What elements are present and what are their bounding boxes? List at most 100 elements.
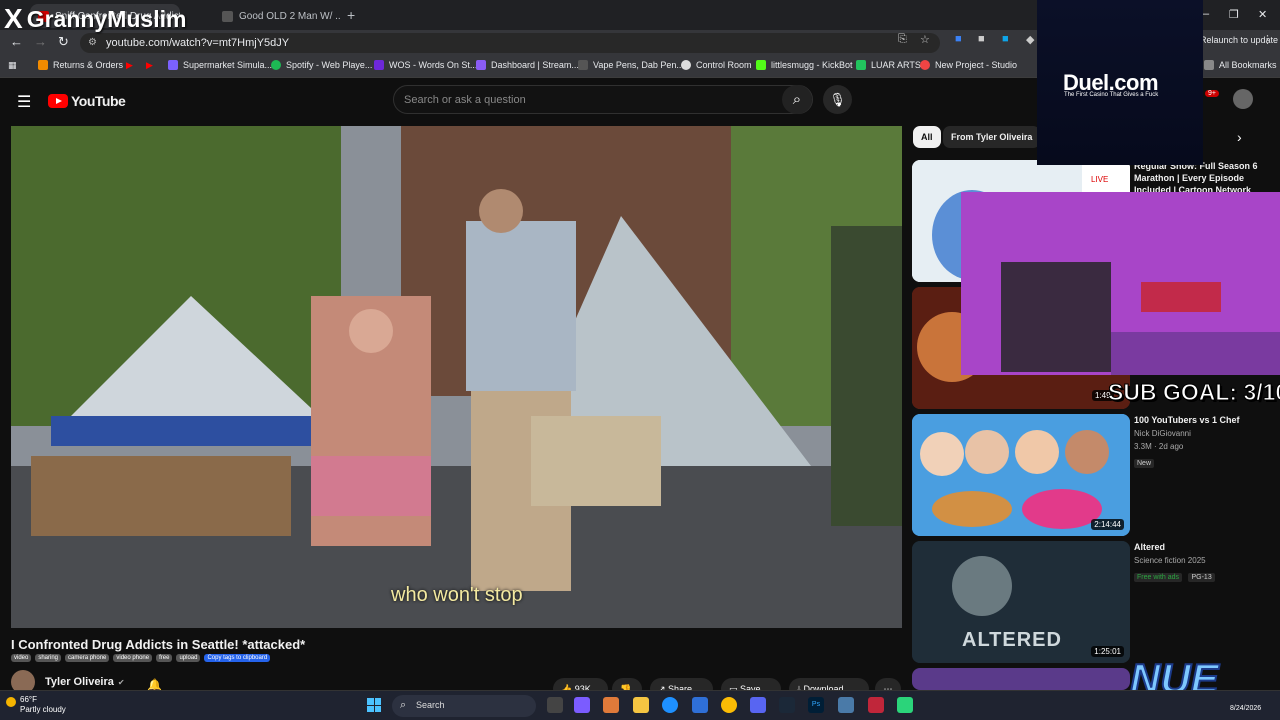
- bookmark-spotify[interactable]: Spotify - Web Playe...: [271, 60, 372, 70]
- video-tag[interactable]: free: [156, 654, 173, 662]
- url-text: youtube.com/watch?v=mt7HmjY5dJY: [106, 37, 290, 49]
- bookmark-kickbot[interactable]: littlesmugg - KickBot: [756, 60, 853, 70]
- bookmark-favicon-icon: [168, 60, 178, 70]
- extension-icon[interactable]: ■: [955, 33, 962, 45]
- bookmark-label: New Project - Studio: [935, 60, 1018, 70]
- recommendation-meta[interactable]: Regular Show: Full Season 6 Marathon | E…: [1134, 160, 1280, 196]
- taskbar-search-label: Search: [416, 700, 445, 710]
- notepad-icon[interactable]: [838, 697, 854, 713]
- thumbnail-art: [912, 414, 1130, 536]
- extension-icon[interactable]: ■: [1002, 33, 1009, 45]
- copy-tags-button[interactable]: Copy tags to clipboard: [204, 654, 271, 662]
- search-icon[interactable]: ⌕: [782, 85, 812, 114]
- recommendation-thumbnail[interactable]: ALTERED 1:25:01: [912, 541, 1130, 663]
- bookmark-luar-arts[interactable]: LUAR ARTS: [856, 60, 921, 70]
- search-input[interactable]: Search or ask a question: [393, 85, 813, 114]
- app-icon[interactable]: [897, 697, 913, 713]
- reload-icon[interactable]: ↻: [58, 34, 69, 50]
- video-tag[interactable]: video: [11, 654, 32, 662]
- recommendation-title: 100 YouTubers vs 1 Chef: [1134, 415, 1240, 425]
- bookmark-star-icon[interactable]: ☆: [920, 33, 930, 46]
- bookmark-supermarket[interactable]: Supermarket Simula...: [168, 60, 272, 70]
- bookmark-favicon-icon: [856, 60, 866, 70]
- bookmark-label: LUAR ARTS: [871, 60, 921, 70]
- copilot-icon[interactable]: [574, 697, 590, 713]
- taskbar-search[interactable]: ⌕ Search: [392, 695, 536, 717]
- close-window-button[interactable]: ✕: [1258, 8, 1267, 21]
- chevron-right-icon[interactable]: ›: [1237, 129, 1242, 145]
- x-logo-icon: X: [4, 3, 23, 34]
- task-view-icon[interactable]: [547, 697, 563, 713]
- discord-icon[interactable]: [750, 697, 766, 713]
- tab-label: Good OLD 2 Man W/ ...: [239, 10, 340, 22]
- search-icon: ⌕: [400, 699, 407, 711]
- bookmark-control-room[interactable]: Control Room: [681, 60, 752, 70]
- edge-icon[interactable]: [662, 697, 678, 713]
- streamer-name: GrannyMuslim: [26, 5, 187, 32]
- bookmark-favicon-icon: [38, 60, 48, 70]
- bookmark-label: littlesmugg - KickBot: [771, 60, 853, 70]
- app-icon[interactable]: [868, 697, 884, 713]
- forward-arrow-icon[interactable]: →: [34, 34, 47, 49]
- apps-grid-icon[interactable]: ▦: [8, 60, 17, 71]
- youtube-bookmark-icon[interactable]: ▶: [126, 60, 133, 71]
- store-icon[interactable]: [692, 697, 708, 713]
- weather-widget[interactable]: 66°F Partly cloudy: [6, 695, 66, 715]
- account-avatar[interactable]: [1233, 89, 1253, 109]
- minimize-button[interactable]: –: [1203, 8, 1209, 20]
- extension-icon[interactable]: ◆: [1026, 33, 1034, 46]
- site-info-icon[interactable]: ⚙: [88, 37, 97, 48]
- bookmark-returns[interactable]: Returns & Orders: [38, 60, 123, 70]
- file-explorer-icon[interactable]: [633, 697, 649, 713]
- video-tag[interactable]: camera phone: [65, 654, 110, 662]
- recommendation-channel: Nick DiGiovanni: [1134, 429, 1191, 438]
- all-bookmarks[interactable]: All Bookmarks: [1204, 60, 1277, 70]
- new-badge: New: [1134, 459, 1155, 468]
- chip-all[interactable]: All: [913, 126, 941, 148]
- youtube-bookmark-icon[interactable]: ▶: [146, 60, 153, 71]
- taskbar-date: 8/24/2026: [1230, 705, 1262, 712]
- youtube-logo[interactable]: YouTube: [48, 93, 126, 109]
- widgets-icon[interactable]: [603, 697, 619, 713]
- bookmark-wos[interactable]: WOS - Words On St...: [374, 60, 477, 70]
- bookmark-dashboard[interactable]: Dashboard | Stream...: [476, 60, 579, 70]
- address-bar[interactable]: ⚙ youtube.com/watch?v=mt7HmjY5dJY: [80, 33, 940, 53]
- hamburger-menu-icon[interactable]: ☰: [17, 92, 31, 112]
- new-tab-button[interactable]: +: [347, 7, 355, 23]
- recommendation-meta[interactable]: Altered Science fiction 2025 Free with a…: [1134, 541, 1280, 584]
- duel-ad-overlay: Duel.com The First Casino That Gives a F…: [1037, 0, 1203, 165]
- cast-icon[interactable]: ⎘: [898, 33, 907, 46]
- video-player[interactable]: who won't stop: [11, 126, 902, 628]
- back-arrow-icon[interactable]: ←: [10, 34, 23, 49]
- video-tag[interactable]: sharing: [35, 654, 62, 662]
- maximize-button[interactable]: ❐: [1229, 8, 1239, 21]
- bookmark-vape[interactable]: Vape Pens, Dab Pen...: [578, 60, 684, 70]
- channel-name[interactable]: Tyler Oliveira: [45, 676, 114, 688]
- video-tag[interactable]: video phone: [113, 654, 153, 662]
- recommendation-meta[interactable]: 100 YouTubers vs 1 Chef Nick DiGiovanni …: [1134, 414, 1280, 470]
- tab-good-old-man[interactable]: Good OLD 2 Man W/ ...: [222, 4, 340, 28]
- windows-taskbar: 66°F Partly cloudy ⌕ Search Ps 8/24/2026: [0, 690, 1280, 720]
- menu-dots-icon[interactable]: ⋮: [1262, 33, 1273, 46]
- steam-icon[interactable]: [779, 697, 795, 713]
- bookmark-new-project[interactable]: New Project - Studio: [920, 60, 1017, 70]
- tab-favicon-icon: [222, 10, 233, 22]
- notification-count-badge[interactable]: 9+: [1205, 90, 1219, 97]
- verified-check-icon: ✔: [117, 677, 125, 687]
- video-caption: who won't stop: [391, 584, 523, 606]
- rating-badge: PG-13: [1188, 573, 1215, 582]
- bookmark-label: Spotify - Web Playe...: [286, 60, 373, 70]
- video-tag[interactable]: upload: [176, 654, 201, 662]
- recommendation-thumbnail[interactable]: [912, 668, 1130, 690]
- recommendation-stats: 3.3M · 2d ago: [1134, 442, 1184, 451]
- chrome-icon[interactable]: [721, 697, 737, 713]
- channel-row: Tyler Oliveira ✔: [11, 670, 125, 694]
- extension-icon[interactable]: ■: [978, 33, 985, 45]
- windows-start-icon[interactable]: [367, 698, 381, 712]
- chip-from-channel[interactable]: From Tyler Oliveira: [943, 126, 1041, 148]
- photoshop-icon[interactable]: Ps: [808, 697, 824, 713]
- recommendation-thumbnail[interactable]: 2:14:44: [912, 414, 1130, 536]
- duel-tagline: The First Casino That Gives a Fuck: [1064, 92, 1159, 98]
- temperature: 66°F: [20, 695, 37, 704]
- microphone-icon[interactable]: 🎙: [823, 85, 852, 114]
